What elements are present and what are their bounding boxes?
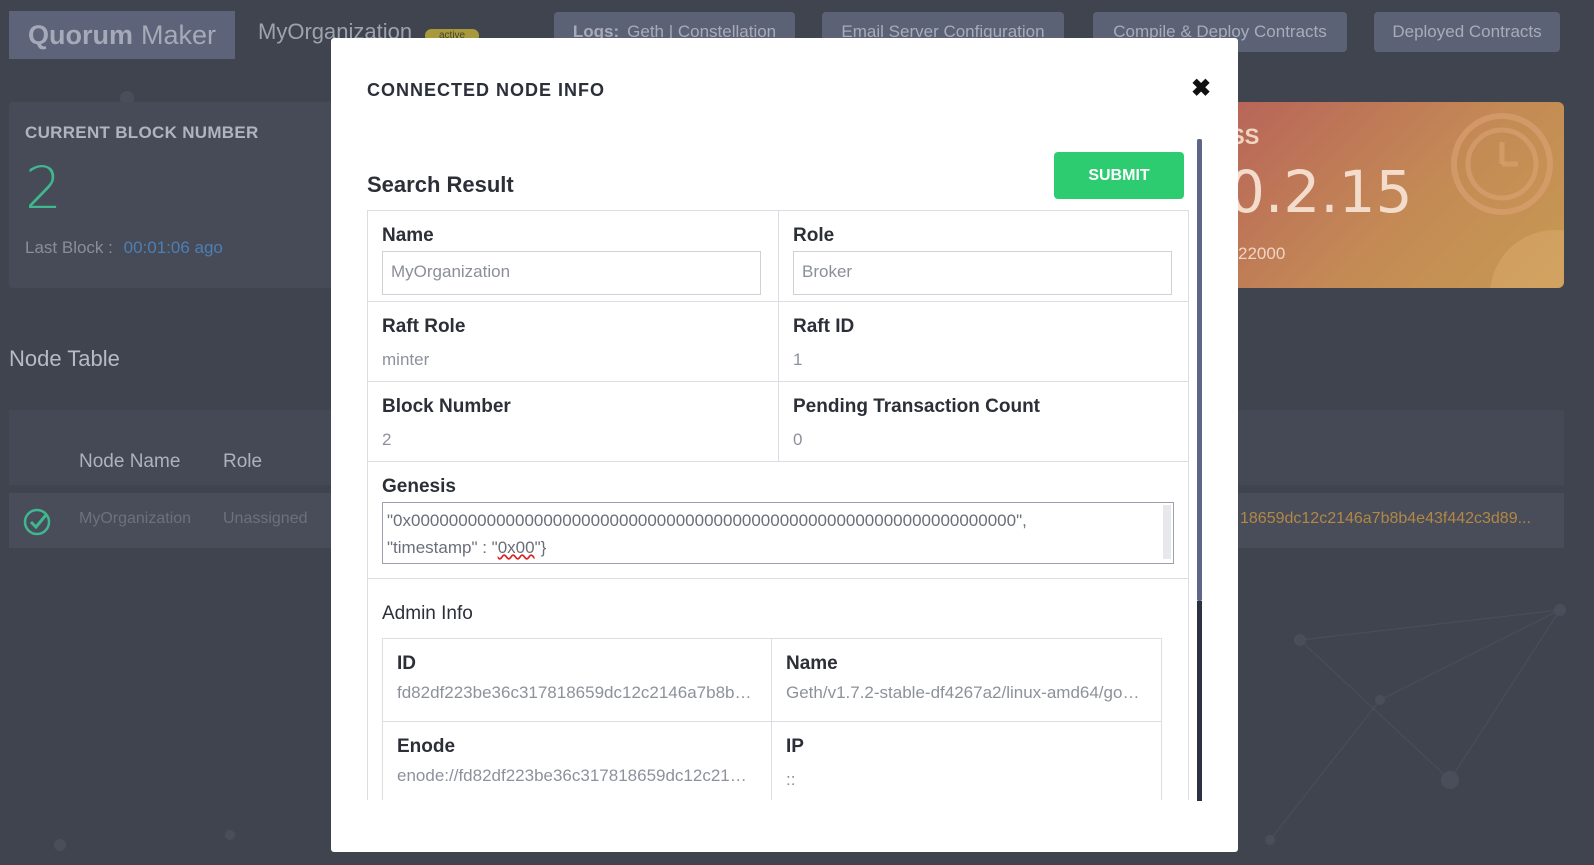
pending-tx-value: 0 [793,430,803,449]
scrollbar-thumb[interactable] [1197,139,1202,601]
block-number-cell: Block Number 2 [367,381,779,462]
clock-icon [1451,113,1553,215]
row-role: Unassigned [223,510,308,527]
block-number-label: Block Number [382,396,511,417]
genesis-textarea[interactable]: "0x0000000000000000000000000000000000000… [382,502,1174,564]
port-value: 22000 [1238,244,1286,263]
row-enode-tail: 18659dc12c2146a7b8b4e43f442c3d89... [1240,510,1531,527]
admin-id-value: fd82df223be36c317818659dc12c2146a7b8b4e4… [397,683,753,702]
pending-tx-label: Pending Transaction Count [793,396,1041,417]
admin-enode-value: enode://fd82df223be36c317818659dc12c2146… [397,766,753,785]
block-card-title: CURRENT BLOCK NUMBER [25,123,259,142]
row-node-name: MyOrganization [79,510,192,527]
genesis-line-2-a: "timestamp" : " [387,538,498,557]
genesis-line-2-c: "} [534,538,547,557]
admin-name-cell: Name Geth/v1.7.2-stable-df4267a2/linux-a… [771,638,1162,722]
name-input[interactable]: MyOrganization [382,251,761,295]
admin-ip-cell: IP :: [771,721,1162,800]
last-block-label: Last Block : [25,238,113,257]
genesis-line-2: "timestamp" : "0x00"} [387,534,1169,561]
submit-button[interactable]: SUBMIT [1054,152,1184,199]
role-label: Role [793,225,835,246]
block-number-value: 2 [25,154,62,222]
admin-ip-label: IP [786,736,804,757]
brand-logo[interactable]: Quorum Maker [9,11,235,59]
block-number-field-value: 2 [382,430,392,449]
genesis-line-1: "0x0000000000000000000000000000000000000… [387,511,1027,530]
brand-bold: Quorum [27,19,133,50]
textarea-scrollbar[interactable] [1163,505,1171,559]
deployed-contracts-button[interactable]: Deployed Contracts [1374,12,1560,52]
admin-id-cell: ID fd82df223be36c317818659dc12c2146a7b8b… [382,638,772,722]
admin-name-label: Name [786,653,838,674]
admin-enode-cell: Enode enode://fd82df223be36c317818659dc1… [382,721,772,800]
brand-rest: Maker [140,19,216,50]
name-label: Name [382,225,434,246]
role-input[interactable]: Broker [793,251,1172,295]
scrollbar-lower [1197,601,1202,801]
admin-enode-label: Enode [397,736,456,757]
admin-id-label: ID [397,653,416,674]
raft-role-cell: Raft Role minter [367,301,779,382]
modal-title: CONNECTED NODE INFO [367,80,606,100]
admin-name-value: Geth/v1.7.2-stable-df4267a2/linux-amd64/… [786,683,1142,702]
raft-role-label: Raft Role [382,316,466,337]
address-card: SS 0.2.15 22000 [1230,102,1564,288]
genesis-cell: Genesis "0x00000000000000000000000000000… [367,461,1189,579]
raft-id-value: 1 [793,350,803,369]
role-cell: Role Broker [778,210,1189,302]
last-block-value: 00:01:06 ago [123,238,223,257]
check-circle-icon [23,508,51,536]
raft-id-label: Raft ID [793,316,855,337]
admin-info-title: Admin Info [382,603,473,624]
raft-id-cell: Raft ID 1 [778,301,1189,382]
admin-ip-value: :: [786,770,796,789]
node-table-title: Node Table [9,346,120,371]
close-icon[interactable]: ✖ [1191,74,1211,103]
col-node-name: Node Name [79,451,181,472]
modal-content: Name MyOrganization Role Broker Raft Rol… [367,210,1189,800]
search-result-title: Search Result [367,172,514,197]
version-value: 0.2.15 [1230,158,1413,226]
genesis-line-2-b: 0x00 [497,538,535,557]
genesis-label: Genesis [382,476,456,497]
col-role: Role [223,451,263,472]
name-cell: Name MyOrganization [367,210,779,302]
block-number-card: CURRENT BLOCK NUMBER 2 Last Block : 00:0… [9,102,339,288]
raft-role-value: minter [382,350,430,369]
node-info-modal: CONNECTED NODE INFO ✖ Search Result SUBM… [331,38,1238,852]
pending-tx-cell: Pending Transaction Count 0 [778,381,1189,462]
last-block: Last Block : 00:01:06 ago [25,238,223,258]
decorative-circle [1490,230,1564,288]
admin-info-section: Admin Info ID fd82df223be36c317818659dc1… [367,578,1189,800]
